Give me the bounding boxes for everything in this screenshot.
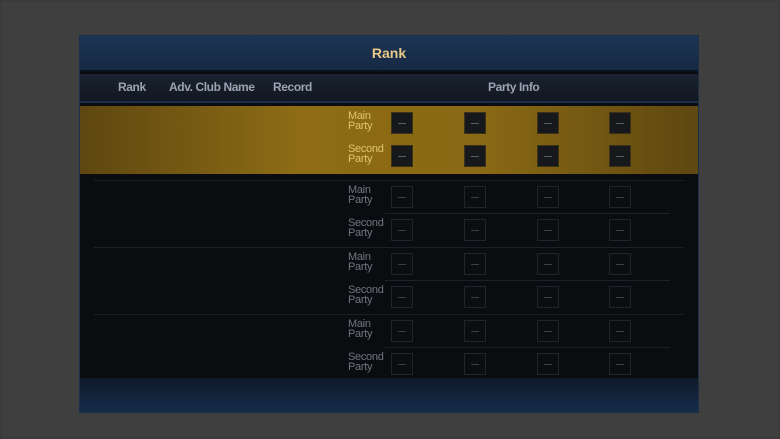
party-member-slot[interactable]	[537, 353, 559, 375]
party-member-slot[interactable]	[464, 112, 486, 134]
column-header-row: Rank Adv. Club Name Record Party Info	[80, 74, 698, 103]
main-party-label: Main Party	[348, 251, 373, 273]
party-member-slot[interactable]	[609, 112, 631, 134]
party-member-slot[interactable]	[464, 186, 486, 208]
rank-row[interactable]: Main Party Second Party	[80, 248, 698, 314]
party-member-slot[interactable]	[391, 286, 413, 308]
main-party-line: Main Party	[80, 107, 698, 140]
second-party-label: Second Party	[348, 143, 384, 165]
party-member-slot[interactable]	[537, 286, 559, 308]
party-member-slot[interactable]	[464, 353, 486, 375]
rank-panel: Rank Rank Adv. Club Name Record Party In…	[79, 35, 699, 413]
title-bar: Rank	[80, 36, 698, 72]
second-party-label: Second Party	[348, 217, 384, 239]
party-member-slot[interactable]	[609, 253, 631, 275]
rank-row[interactable]: Main Party Second Party	[80, 315, 698, 381]
second-party-line: Second Party	[80, 140, 698, 173]
party-member-slot[interactable]	[537, 253, 559, 275]
second-party-line: Second Party	[80, 348, 698, 381]
party-member-slot[interactable]	[609, 145, 631, 167]
party-member-slot[interactable]	[537, 186, 559, 208]
party-member-slot[interactable]	[391, 145, 413, 167]
party-member-slot[interactable]	[609, 286, 631, 308]
party-member-slot[interactable]	[537, 320, 559, 342]
column-header-rank: Rank	[118, 80, 146, 94]
party-member-slot[interactable]	[391, 253, 413, 275]
party-member-slot[interactable]	[391, 353, 413, 375]
party-member-slot[interactable]	[464, 286, 486, 308]
party-member-slot[interactable]	[391, 320, 413, 342]
column-header-club-name: Adv. Club Name	[169, 80, 255, 94]
party-member-slot[interactable]	[537, 112, 559, 134]
party-member-slot[interactable]	[464, 320, 486, 342]
party-member-slot[interactable]	[464, 145, 486, 167]
panel-footer	[80, 378, 698, 412]
main-party-line: Main Party	[80, 315, 698, 348]
column-header-record: Record	[273, 80, 312, 94]
main-party-label: Main Party	[348, 110, 373, 132]
rank-row[interactable]: Main Party Second Party	[80, 181, 698, 247]
party-member-slot[interactable]	[537, 219, 559, 241]
party-member-slot[interactable]	[464, 219, 486, 241]
second-party-label: Second Party	[348, 351, 384, 373]
party-member-slot[interactable]	[464, 253, 486, 275]
main-party-label: Main Party	[348, 318, 373, 340]
party-member-slot[interactable]	[537, 145, 559, 167]
party-member-slot[interactable]	[609, 186, 631, 208]
rank-row[interactable]: Main Party Second Party	[80, 106, 698, 174]
party-member-slot[interactable]	[609, 219, 631, 241]
panel-title: Rank	[371, 45, 407, 61]
second-party-line: Second Party	[80, 281, 698, 314]
second-party-label: Second Party	[348, 284, 384, 306]
party-member-slot[interactable]	[391, 112, 413, 134]
party-member-slot[interactable]	[391, 186, 413, 208]
column-header-party-info: Party Info	[488, 80, 540, 94]
main-party-line: Main Party	[80, 181, 698, 214]
party-member-slot[interactable]	[391, 219, 413, 241]
main-party-label: Main Party	[348, 184, 373, 206]
main-party-line: Main Party	[80, 248, 698, 281]
party-member-slot[interactable]	[609, 353, 631, 375]
second-party-line: Second Party	[80, 214, 698, 247]
party-member-slot[interactable]	[609, 320, 631, 342]
